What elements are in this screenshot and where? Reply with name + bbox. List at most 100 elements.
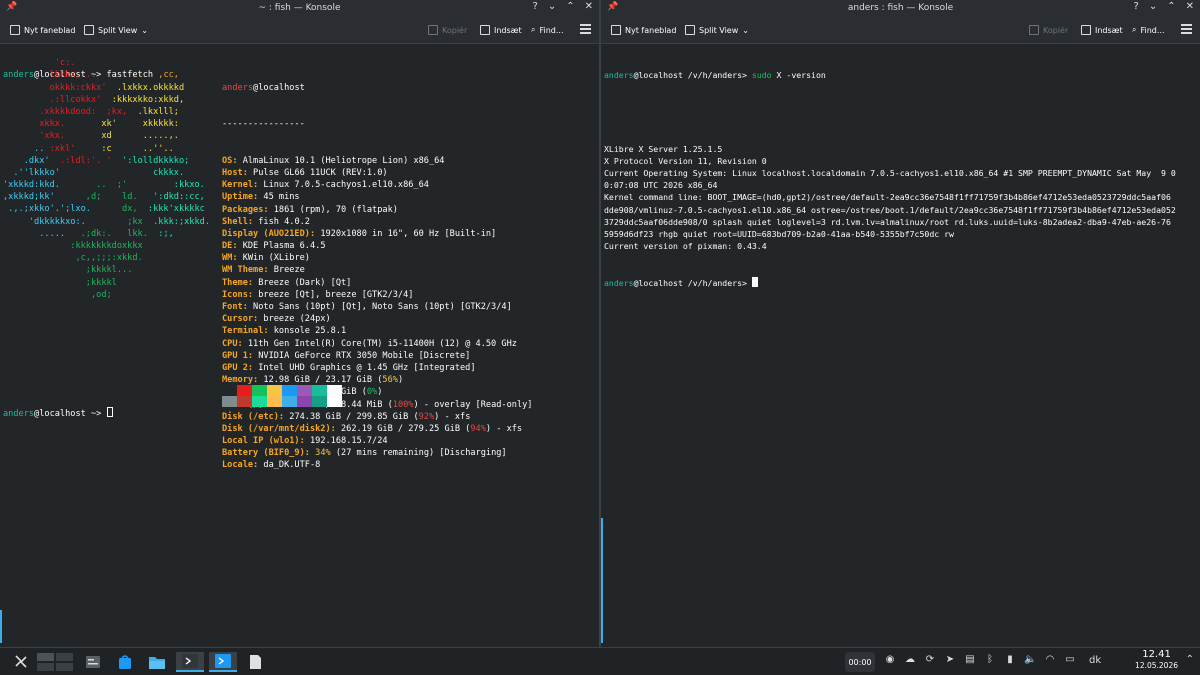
terminal-icon	[182, 654, 198, 668]
new-tab-icon	[611, 25, 621, 35]
new-tab-button[interactable]: Nyt faneblad	[611, 25, 676, 35]
window-title: anders : fish — Konsole	[847, 3, 954, 13]
split-view-button[interactable]: Split View ⌄	[84, 25, 148, 35]
palette-swatch	[327, 385, 342, 396]
logo-line: ;kkkkl...	[85, 265, 133, 276]
info-line: Packages: 1861 (rpm), 70 (flatpak)	[222, 204, 398, 215]
find-button[interactable]: ⌕ Find...	[531, 25, 564, 35]
search-icon: ⌕	[531, 25, 536, 34]
maximize-icon[interactable]: ⌃	[1167, 1, 1175, 12]
paste-button[interactable]: Indsæt	[1081, 25, 1123, 35]
info-line: Local IP (wlo1): 192.168.15.7/24	[222, 436, 388, 447]
chevron-down-icon: ⌄	[742, 25, 749, 35]
new-tab-icon	[10, 25, 20, 35]
digital-clock[interactable]: 12.41 12.05.2026	[1135, 649, 1178, 671]
ascii-logo: 'c:. lkkkx, .. .. ,cc, okkkk:ckkx' .lxkk…	[3, 57, 210, 301]
document-icon	[249, 655, 261, 669]
palette-swatch	[222, 396, 237, 407]
info-line: Locale: da_DK.UTF-8	[222, 460, 321, 471]
konsole-window-left: 📌 ~ : fish — Konsole ? ⌄ ⌃ ✕ Nyt fanebla…	[0, 0, 599, 647]
paste-icon	[1081, 25, 1091, 35]
output-line: 5959d6df23 rhgb quiet root=UUID=683bd709…	[604, 228, 954, 239]
file-manager-task[interactable]	[146, 652, 168, 672]
info-line: Battery (BIF0_9): 34% (27 mins remaining…	[222, 448, 507, 459]
minimize-icon[interactable]: ⌄	[548, 1, 556, 12]
update-icon[interactable]: ⟳	[924, 654, 936, 665]
info-line: Theme: Breeze (Dark) [Qt]	[222, 277, 352, 288]
virtual-desktop-pager[interactable]	[36, 652, 74, 672]
terminal-output[interactable]: anders@localhost /v/h/anders> sudo X -ve…	[601, 45, 1200, 647]
keyboard-layout[interactable]: dk	[1089, 655, 1101, 666]
palette-swatch	[267, 396, 282, 407]
info-line: Font: Noto Sans (10pt) [Qt], Noto Sans (…	[222, 302, 512, 313]
final-prompt-line: anders@localhost /v/h/anders>	[604, 276, 1197, 289]
close-icon[interactable]: ✕	[585, 1, 593, 12]
taskbar: 00:00 ◉ ☁ ⟳ ➤ ▤ ᛒ ▮ 🔈 ◠ ▭ dk 12.41 12.05.2026 ⌃	[0, 647, 1200, 675]
logo-line: ,xkkkd;kk' ,d; ld. ':dkd::cc,	[3, 192, 205, 203]
paste-button[interactable]: Indsæt	[480, 25, 522, 35]
scrollbar[interactable]	[0, 610, 2, 643]
terminal-icon	[215, 654, 231, 668]
logo-line: ,c,,;;;:xkkd.	[75, 253, 143, 264]
chevron-down-icon: ⌄	[141, 25, 148, 35]
media-icon[interactable]: ◉	[884, 654, 896, 665]
display-icon[interactable]: ▭	[1064, 654, 1076, 665]
logo-line: 'xkx. xd .....,.	[39, 131, 179, 142]
info-line: OS: AlmaLinux 10.1 (Heliotrope Lion) x86…	[222, 155, 445, 166]
telegram-icon[interactable]: ➤	[944, 654, 956, 665]
palette-swatch	[222, 385, 237, 396]
konsole-window-right: 📌 anders : fish — Konsole ? ⌄ ⌃ ✕ Nyt fa…	[601, 0, 1200, 647]
split-view-button[interactable]: Split View ⌄	[685, 25, 749, 35]
logo-line: 'dkkkkkxo:. ;kx .kkk:;xkkd.	[28, 216, 211, 227]
timer-widget[interactable]: 00:00	[845, 652, 875, 672]
palette-swatch	[327, 396, 342, 407]
help-icon[interactable]: ?	[1134, 1, 1139, 12]
logo-line: ;kkkkl	[85, 277, 117, 288]
toolbar: Nyt faneblad Split View ⌄ Kopiér Indsæt ⌕…	[0, 18, 599, 44]
cloud-icon[interactable]: ☁	[904, 654, 916, 665]
konsole-task-1[interactable]	[176, 652, 204, 672]
info-line: Terminal: konsole 25.8.1	[222, 326, 347, 337]
output-line: 3729ddc5aaf06dde908/0 splash quiet logle…	[604, 216, 1171, 227]
find-button[interactable]: ⌕ Find...	[1132, 25, 1165, 35]
command-output: XLibre X Server 1.25.1.5 X Protocol Versi…	[604, 143, 1197, 253]
logo-line: xkkx. xk' xkkkkk:	[39, 119, 179, 130]
window-title: ~ : fish — Konsole	[258, 3, 341, 13]
maximize-icon[interactable]: ⌃	[566, 1, 574, 12]
volume-icon[interactable]: 🔈	[1024, 654, 1036, 665]
color-palette	[222, 385, 342, 407]
copy-button[interactable]: Kopiér	[1029, 25, 1068, 35]
wifi-icon[interactable]: ◠	[1044, 654, 1056, 665]
help-icon[interactable]: ?	[533, 1, 538, 12]
palette-swatch	[312, 396, 327, 407]
menu-icon[interactable]	[580, 24, 591, 34]
battery-icon[interactable]: ▮	[1004, 654, 1016, 665]
close-icon[interactable]: ✕	[1186, 1, 1194, 12]
info-line: Disk (/var/mnt/disk2): 262.19 GiB / 279.…	[222, 423, 523, 434]
logo-line: :kkkkkkkdoxkkx	[70, 241, 143, 251]
palette-swatch	[252, 396, 267, 407]
titlebar[interactable]: 📌 anders : fish — Konsole ? ⌄ ⌃ ✕	[601, 0, 1200, 18]
copy-button[interactable]: Kopiér	[428, 25, 467, 35]
menu-icon[interactable]	[1181, 24, 1192, 34]
new-tab-button[interactable]: Nyt faneblad	[10, 25, 75, 35]
bluetooth-icon[interactable]: ᛒ	[984, 654, 996, 665]
tray-expand-icon[interactable]: ⌃	[1186, 654, 1194, 665]
discover-task[interactable]	[114, 652, 136, 672]
konsole-task-2[interactable]	[209, 652, 237, 672]
palette-swatch	[297, 396, 312, 407]
scrollbar[interactable]	[601, 518, 603, 643]
info-header: anders@localhost	[222, 82, 305, 93]
terminal-output[interactable]: anders@localhost ~> fastfetch 'c:. lkkkx…	[0, 45, 599, 647]
output-line: Current version of pixman: 0.43.4	[604, 241, 767, 252]
titlebar[interactable]: 📌 ~ : fish — Konsole ? ⌄ ⌃ ✕	[0, 0, 599, 18]
output-line: dde908/vmlinuz-7.0.5-cachyos1.el10.x86_6…	[604, 204, 1176, 215]
info-line: Cursor: breeze (24px)	[222, 314, 331, 325]
clipboard-icon[interactable]: ▤	[964, 654, 976, 665]
application-launcher[interactable]	[10, 652, 32, 672]
minimize-icon[interactable]: ⌄	[1149, 1, 1157, 12]
palette-swatch	[237, 396, 252, 407]
document-task[interactable]	[245, 652, 265, 672]
system-settings-task[interactable]	[82, 652, 104, 672]
